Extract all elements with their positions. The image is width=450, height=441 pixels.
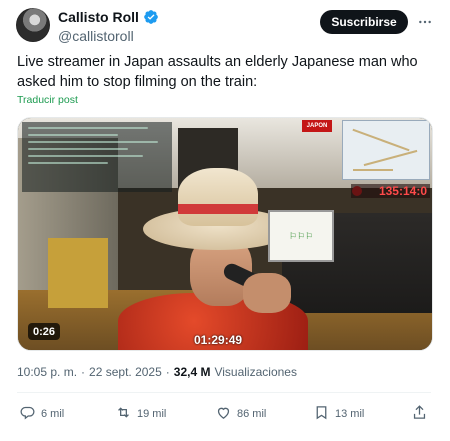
tweet-text: Live streamer in Japan assaults an elder…	[17, 54, 418, 90]
action-bar: 6 mil 19 mil 86 mil 13 mil	[17, 404, 431, 428]
sun-hat-crown	[178, 168, 258, 226]
stream-counter: 135:14:0	[351, 184, 430, 198]
sun-hat-band	[178, 204, 258, 214]
divider	[17, 392, 431, 393]
views-count: 32,4 M	[173, 365, 211, 379]
author-avatar[interactable]	[16, 8, 50, 42]
bookmark-button[interactable]: 13 mil	[313, 404, 364, 424]
hand	[243, 273, 291, 313]
heart-icon	[215, 404, 232, 424]
video-duration: 0:26	[28, 323, 61, 340]
stream-map-overlay	[342, 120, 430, 180]
views-label: Visualizaciones	[214, 365, 297, 379]
translate-post-link[interactable]: Traducir post	[17, 94, 78, 106]
reply-button[interactable]: 6 mil	[19, 404, 64, 424]
video-timestamp-overlay: 01:29:49	[194, 333, 243, 347]
author-display-name[interactable]: Callisto Roll	[58, 9, 139, 25]
post-time[interactable]: 10:05 p. m.	[17, 365, 77, 379]
repost-icon	[115, 404, 132, 424]
author-handle[interactable]: @callistoroll	[58, 28, 134, 44]
share-button[interactable]	[411, 404, 428, 424]
bookmark-icon	[313, 404, 330, 424]
more-icon[interactable]	[416, 14, 434, 30]
share-icon	[411, 404, 428, 424]
train-seat-left	[48, 238, 108, 308]
subscribe-button[interactable]: Suscribirse	[320, 10, 408, 34]
author-name-row: Callisto Roll	[58, 9, 159, 25]
like-count: 86 mil	[237, 408, 267, 420]
post-meta: 10:05 p. m. · 22 sept. 2025 · 32,4 M Vis…	[17, 365, 297, 379]
meta-separator: ·	[81, 365, 86, 379]
post-date[interactable]: 22 sept. 2025	[89, 365, 162, 379]
repost-count: 19 mil	[137, 408, 167, 420]
video-player[interactable]: JAPON 135:14:0 ⚐⚐⚐ 0:26 01:29:49	[17, 117, 433, 351]
like-button[interactable]: 86 mil	[215, 404, 266, 424]
reply-icon	[19, 404, 36, 424]
verified-badge-icon	[143, 9, 159, 25]
video-frame: JAPON 135:14:0 ⚐⚐⚐	[18, 118, 432, 350]
meta-separator: ·	[165, 365, 170, 379]
bookmark-count: 13 mil	[335, 408, 365, 420]
reply-count: 6 mil	[41, 408, 65, 420]
japan-tag: JAPON	[302, 120, 332, 132]
repost-button[interactable]: 19 mil	[115, 404, 166, 424]
wall-sign: ⚐⚐⚐	[268, 210, 334, 262]
stream-chat-overlay	[22, 122, 172, 192]
